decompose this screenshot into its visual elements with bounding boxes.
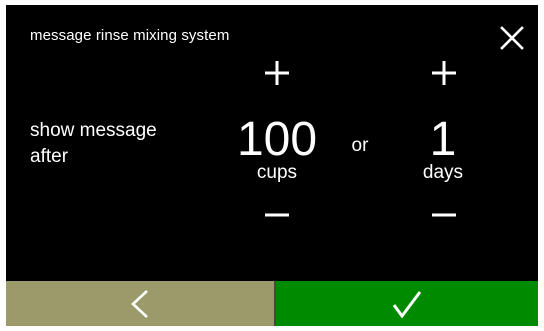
close-button[interactable] xyxy=(498,24,526,52)
days-increase-button[interactable] xyxy=(426,55,462,91)
cups-value: 100 xyxy=(236,113,318,166)
cups-decrease-button[interactable] xyxy=(259,197,295,233)
minus-icon xyxy=(265,213,289,217)
cups-unit: cups xyxy=(256,162,298,183)
days-decrease-button[interactable] xyxy=(426,197,462,233)
screen: message rinse mixing system show message… xyxy=(6,5,538,326)
page-title: message rinse mixing system xyxy=(30,27,230,44)
plus-icon xyxy=(432,61,456,85)
confirm-button[interactable] xyxy=(276,281,538,326)
back-button[interactable] xyxy=(6,281,276,326)
close-icon xyxy=(500,26,524,50)
days-unit: days xyxy=(422,162,464,183)
or-label: or xyxy=(351,135,369,156)
checkmark-icon xyxy=(392,290,422,319)
days-value: 1 xyxy=(429,113,457,166)
minus-icon xyxy=(432,213,456,217)
setting-label: show message after xyxy=(30,120,157,167)
cups-increase-button[interactable] xyxy=(259,55,295,91)
footer-bar xyxy=(6,281,538,326)
plus-icon xyxy=(265,61,289,85)
chevron-left-icon xyxy=(131,289,148,318)
